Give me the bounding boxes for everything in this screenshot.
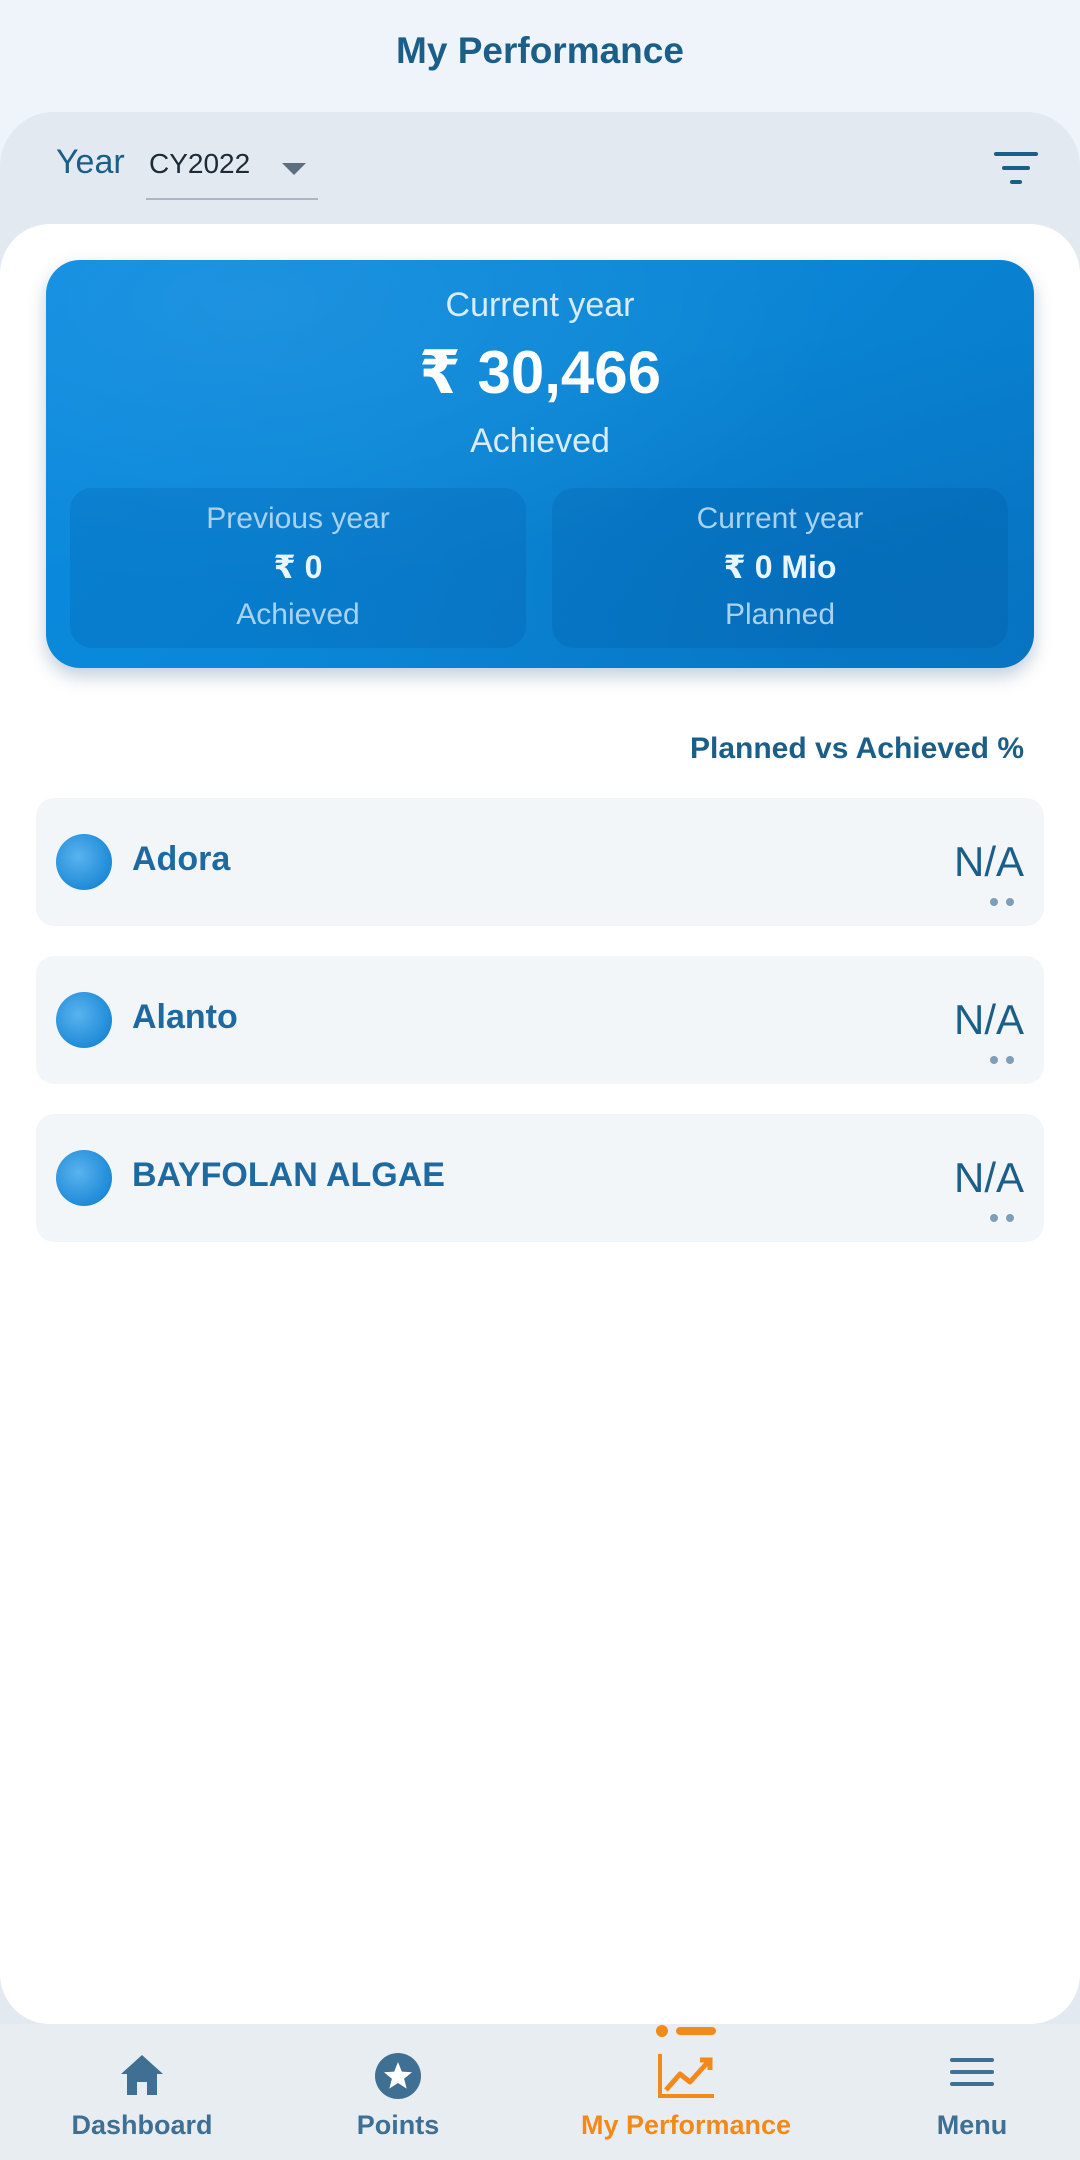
year-dropdown-value: CY2022: [149, 148, 251, 179]
list-item[interactable]: Alanto N/A: [36, 956, 1044, 1084]
list-item[interactable]: Adora N/A: [36, 798, 1044, 926]
tab-my-performance[interactable]: My Performance: [570, 2024, 802, 2160]
tab-label: Dashboard: [71, 2110, 213, 2140]
brand-dot-icon: [56, 1150, 112, 1206]
tab-label: Points: [356, 2110, 440, 2140]
brand-dot-icon: [56, 992, 112, 1048]
brand-dot-icon: [56, 834, 112, 890]
planned-label: Current year: [696, 502, 864, 535]
more-dots-icon: [990, 898, 1014, 906]
planned-card: Current year ₹ 0 Mio Planned: [552, 488, 1008, 648]
more-dots-icon: [990, 1214, 1014, 1222]
active-tab-indicator: [656, 2025, 716, 2037]
planned-amount: ₹ 0 Mio: [723, 549, 837, 585]
tab-points[interactable]: Points: [318, 2024, 478, 2160]
brand-name: Alanto: [132, 998, 238, 1036]
filter-button[interactable]: [992, 150, 1040, 186]
tab-dashboard[interactable]: Dashboard: [52, 2024, 232, 2160]
summary-card: Current year ₹ 30,466 Achieved Previous …: [46, 260, 1034, 668]
list-item[interactable]: BAYFOLAN ALGAE N/A: [36, 1114, 1044, 1242]
previous-year-status: Achieved: [236, 598, 360, 631]
star-badge-icon: [375, 2053, 421, 2099]
planned-status: Planned: [724, 598, 836, 631]
trend-chart-icon: [658, 2054, 714, 2098]
tab-label: Menu: [936, 2110, 1008, 2140]
brand-name: BAYFOLAN ALGAE: [132, 1156, 445, 1194]
year-dropdown[interactable]: CY2022: [146, 140, 318, 200]
brand-percentage: N/A: [953, 996, 1024, 1043]
hamburger-icon: [950, 2058, 994, 2086]
home-icon: [121, 2055, 163, 2095]
tab-menu[interactable]: Menu: [912, 2024, 1032, 2160]
brand-name: Adora: [132, 840, 231, 878]
previous-year-card: Previous year ₹ 0 Achieved: [70, 488, 526, 648]
current-year-label: Current year: [445, 286, 635, 324]
current-year-amount: ₹ 30,466: [419, 339, 661, 406]
planned-vs-achieved-header: Planned vs Achieved %: [689, 732, 1024, 765]
filter-icon: [994, 152, 1038, 184]
page-title: My Performance: [396, 30, 684, 71]
year-label: Year: [56, 143, 125, 181]
current-year-status: Achieved: [470, 422, 610, 460]
bottom-navigation: Dashboard Points My Performance Menu: [0, 2024, 1080, 2160]
tab-label: My Performance: [580, 2110, 792, 2140]
previous-year-amount: ₹ 0: [273, 549, 323, 585]
previous-year-label: Previous year: [206, 502, 390, 535]
chevron-down-icon: [282, 163, 306, 175]
brand-percentage: N/A: [953, 1154, 1024, 1201]
brand-percentage: N/A: [953, 838, 1024, 885]
more-dots-icon: [990, 1056, 1014, 1064]
